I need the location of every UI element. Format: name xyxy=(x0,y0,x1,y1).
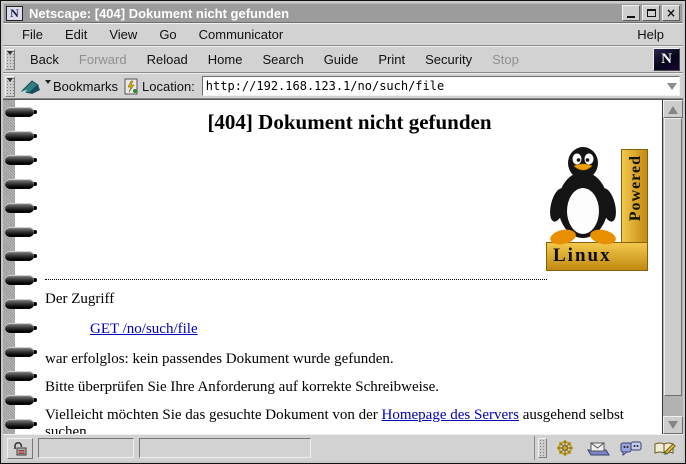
location-proxy-icon-button[interactable] xyxy=(123,78,140,95)
toolbar-collapse-grip[interactable] xyxy=(5,49,15,70)
component-bar-grip[interactable] xyxy=(538,438,547,458)
menu-communicator[interactable]: Communicator xyxy=(188,24,295,45)
url-input[interactable] xyxy=(203,78,664,94)
stop-button: Stop xyxy=(482,48,529,71)
binding-ring xyxy=(5,155,34,165)
page-title: [404] Dokument nicht gefunden xyxy=(45,110,654,135)
menu-go[interactable]: Go xyxy=(148,24,187,45)
status-progress-panel xyxy=(38,438,134,458)
reload-button[interactable]: Reload xyxy=(137,48,198,71)
homepage-link[interactable]: Homepage des Servers xyxy=(382,407,519,423)
title-bar[interactable]: N Netscape: [404] Dokument nicht gefunde… xyxy=(3,3,683,23)
bookmark-quill-icon xyxy=(20,78,44,95)
close-button[interactable]: × xyxy=(662,5,680,21)
composer-component-button[interactable] xyxy=(649,437,679,459)
binding-ring xyxy=(5,227,34,237)
home-button[interactable]: Home xyxy=(198,48,253,71)
menu-edit[interactable]: Edit xyxy=(54,24,98,45)
toolbar-collapse-grip[interactable] xyxy=(5,76,15,97)
guide-button[interactable]: Guide xyxy=(314,48,369,71)
scroll-up-button[interactable] xyxy=(663,100,683,118)
menu-view[interactable]: View xyxy=(98,24,148,45)
scroll-down-button[interactable] xyxy=(663,416,683,434)
navigator-wheel-icon xyxy=(554,439,576,457)
back-button[interactable]: Back xyxy=(20,48,69,71)
scrollbar-track[interactable] xyxy=(663,118,683,416)
mailbox-component-button[interactable] xyxy=(583,437,613,459)
window-title: Netscape: [404] Dokument nicht gefunden xyxy=(23,6,620,21)
tux-penguin-icon xyxy=(546,145,622,245)
vertical-scrollbar[interactable] xyxy=(662,100,683,434)
unlocked-padlock-icon xyxy=(13,441,27,456)
menu-help[interactable]: Help xyxy=(626,24,675,45)
bookmarks-button[interactable] xyxy=(20,78,51,95)
binding-ring xyxy=(5,275,34,285)
binding-ring xyxy=(5,179,34,189)
binding-ring xyxy=(5,323,34,333)
intro-text: Der Zugriff xyxy=(45,291,654,308)
result-text: war erfolglos: kein passendes Dokument w… xyxy=(45,351,654,368)
location-toolbar: Bookmarks Location: xyxy=(3,73,683,99)
binding-ring xyxy=(5,395,34,405)
component-bar xyxy=(534,436,679,460)
forward-button: Forward xyxy=(69,48,137,71)
binding-ring xyxy=(5,299,34,309)
navigator-component-button[interactable] xyxy=(550,437,580,459)
request-link[interactable]: GET /no/such/file xyxy=(90,321,198,337)
linux-powered-logo: Powered Linux xyxy=(546,145,648,271)
netscape-throbber-icon[interactable]: N xyxy=(653,48,680,71)
search-button[interactable]: Search xyxy=(252,48,313,71)
bookmarks-dropdown-icon xyxy=(45,80,51,87)
binding-ring xyxy=(5,371,34,381)
linux-logo-powered-text: Powered xyxy=(627,155,645,221)
binding-ring xyxy=(5,107,34,117)
menu-file[interactable]: File xyxy=(11,24,54,45)
menu-bar: File Edit View Go Communicator Help xyxy=(3,23,683,46)
divider-top xyxy=(45,279,547,280)
composer-icon xyxy=(652,440,676,457)
request-line: GET /no/such/file xyxy=(90,321,654,338)
binding-ring xyxy=(5,419,34,429)
print-button[interactable]: Print xyxy=(368,48,415,71)
netscape-window: N Netscape: [404] Dokument nicht gefunde… xyxy=(0,0,686,464)
navigation-toolbar: Back Forward Reload Home Search Guide Pr… xyxy=(3,46,683,73)
binding-ring xyxy=(5,203,34,213)
discussions-icon xyxy=(619,440,643,457)
binding-ring xyxy=(5,131,34,141)
search-suggestion-pre: Vielleicht möchten Sie das gesuchte Doku… xyxy=(45,407,382,423)
maximize-button[interactable] xyxy=(642,5,660,21)
check-spelling-text: Bitte überprüfen Sie Ihre Anforderung au… xyxy=(45,379,654,396)
search-suggestion-text: Vielleicht möchten Sie das gesuchte Doku… xyxy=(45,407,654,434)
discussions-component-button[interactable] xyxy=(616,437,646,459)
bookmarks-label[interactable]: Bookmarks xyxy=(53,79,118,94)
scrollbar-thumb[interactable] xyxy=(664,118,682,396)
arrow-up-icon xyxy=(668,101,678,114)
maximize-icon xyxy=(647,9,656,17)
chevron-down-icon xyxy=(667,83,677,95)
mail-inbox-icon xyxy=(586,440,610,457)
netscape-app-icon: N xyxy=(6,6,23,21)
url-field-frame xyxy=(202,76,680,96)
security-status-button[interactable] xyxy=(7,438,33,459)
binding-ring xyxy=(5,251,34,261)
arrow-down-icon xyxy=(668,421,678,434)
security-button[interactable]: Security xyxy=(415,48,482,71)
location-page-icon xyxy=(123,78,140,95)
url-history-dropdown-button[interactable] xyxy=(664,77,679,95)
notebook-binding-rings xyxy=(3,100,39,434)
document-page: [404] Dokument nicht gefunden Powered Li… xyxy=(3,100,662,434)
status-bar xyxy=(3,434,683,461)
linux-logo-linux-text: Linux xyxy=(553,245,612,267)
minimize-icon xyxy=(627,16,635,18)
status-message-panel xyxy=(139,438,311,458)
close-icon: × xyxy=(666,7,676,19)
minimize-button[interactable] xyxy=(622,5,640,21)
binding-ring xyxy=(5,347,34,357)
location-label: Location: xyxy=(142,79,195,94)
browser-viewport: [404] Dokument nicht gefunden Powered Li… xyxy=(3,99,683,434)
